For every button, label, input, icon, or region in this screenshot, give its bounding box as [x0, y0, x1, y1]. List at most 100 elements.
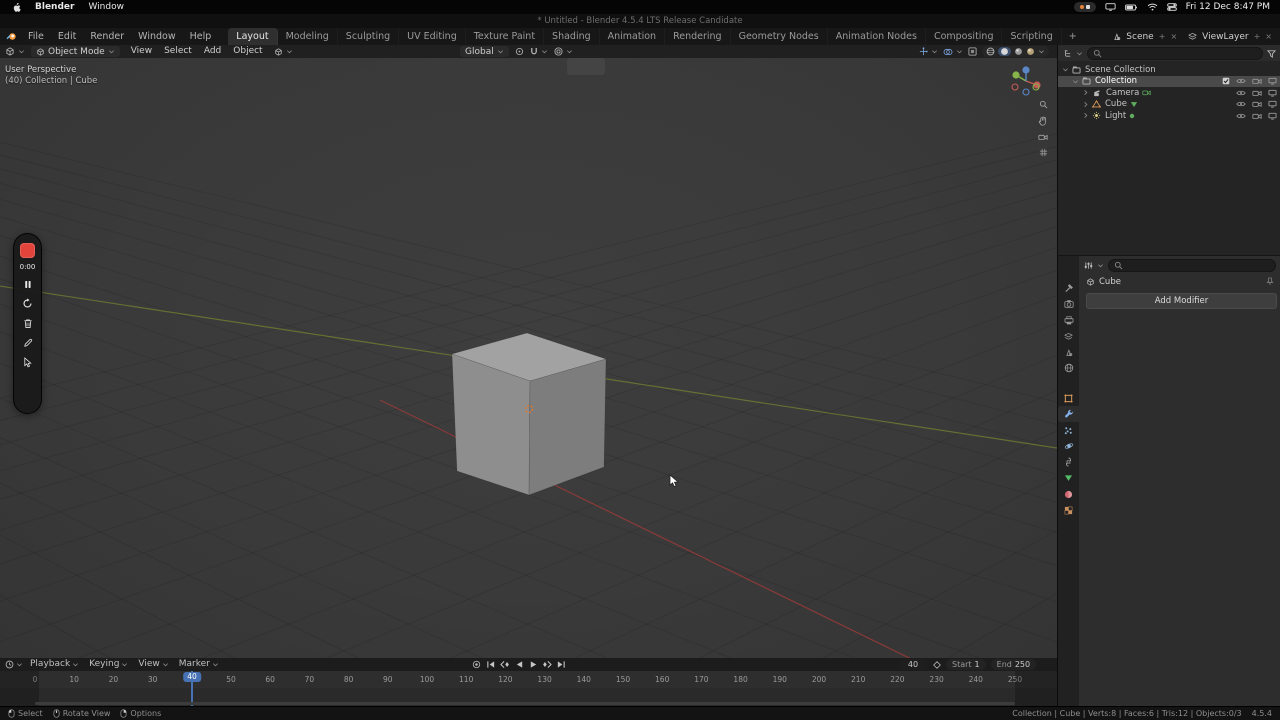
- outliner-row-cube[interactable]: Cube: [1058, 99, 1280, 111]
- workspace-tab-sculpting[interactable]: Sculpting: [338, 28, 399, 45]
- eye-icon[interactable]: [1236, 77, 1246, 85]
- current-frame-field[interactable]: 40: [898, 659, 928, 670]
- properties-tab-constraints[interactable]: [1058, 454, 1079, 470]
- properties-tab-render[interactable]: [1058, 296, 1079, 312]
- viewport-menu-object[interactable]: Object: [228, 45, 267, 58]
- viewport-menu-add[interactable]: Add: [199, 45, 226, 58]
- filter-funnel-icon[interactable]: [1267, 49, 1276, 58]
- play-button[interactable]: [527, 659, 539, 670]
- workspace-tab-rendering[interactable]: Rendering: [665, 28, 731, 45]
- eye-icon[interactable]: [1236, 112, 1246, 120]
- workspace-tab-animation[interactable]: Animation: [600, 28, 665, 45]
- gizmo-z-neg[interactable]: [1022, 88, 1030, 96]
- workspace-tab-texture-paint[interactable]: Texture Paint: [466, 28, 544, 45]
- properties-tab-world[interactable]: [1058, 360, 1079, 376]
- wifi-icon[interactable]: [1147, 3, 1158, 11]
- jump-start-button[interactable]: [485, 659, 497, 670]
- record-stop-button[interactable]: [20, 243, 35, 258]
- gizmo-x-neg[interactable]: [1011, 83, 1019, 91]
- battery-icon[interactable]: [1124, 4, 1138, 11]
- apple-logo-icon[interactable]: [12, 2, 21, 13]
- screen-icon[interactable]: [1268, 112, 1277, 120]
- navigation-gizmo[interactable]: [1007, 62, 1045, 100]
- keying-set-icon[interactable]: [933, 660, 941, 669]
- pause-icon[interactable]: [24, 280, 32, 289]
- properties-search-input[interactable]: [1126, 260, 1270, 270]
- mode-options-button[interactable]: [274, 47, 293, 56]
- screen-icon[interactable]: [1268, 100, 1277, 108]
- timeline-menu-keying[interactable]: Keying: [84, 658, 133, 671]
- properties-tab-view-layer[interactable]: [1058, 328, 1079, 344]
- shading-rendered-button[interactable]: [1026, 47, 1035, 56]
- workspace-tab-layout[interactable]: Layout: [228, 28, 278, 45]
- viewlayer-new-button[interactable]: +: [1254, 32, 1261, 41]
- properties-search[interactable]: [1108, 258, 1276, 272]
- properties-tab-particles[interactable]: [1058, 422, 1079, 438]
- ortho-toggle-icon[interactable]: [1039, 148, 1048, 157]
- checkbox-icon[interactable]: [1222, 77, 1230, 85]
- screen-icon[interactable]: [1268, 89, 1277, 97]
- workspace-tab-geometry-nodes[interactable]: Geometry Nodes: [731, 28, 828, 45]
- workspace-tab-compositing[interactable]: Compositing: [926, 28, 1003, 45]
- play-reverse-button[interactable]: [513, 659, 525, 670]
- viewport-menu-select[interactable]: Select: [159, 45, 197, 58]
- scene-selector[interactable]: Scene: [1126, 32, 1153, 42]
- recording-indicator[interactable]: [1073, 2, 1096, 12]
- menu-file[interactable]: File: [21, 28, 51, 45]
- draw-pencil-icon[interactable]: [23, 338, 33, 348]
- snap-toggle[interactable]: [530, 47, 548, 56]
- scene-new-button[interactable]: +: [1159, 32, 1166, 41]
- outliner-search-input[interactable]: [1105, 48, 1257, 58]
- shading-solid-button[interactable]: [1000, 47, 1009, 56]
- add-modifier-button[interactable]: Add Modifier: [1086, 293, 1277, 309]
- outliner-search[interactable]: [1087, 46, 1263, 60]
- timeline-menu-playback[interactable]: Playback: [25, 658, 84, 671]
- editor-properties-icon[interactable]: [1084, 261, 1093, 270]
- properties-tab-modifiers[interactable]: [1058, 406, 1079, 422]
- next-keyframe-button[interactable]: [541, 659, 553, 670]
- timeline-menu-view[interactable]: View: [133, 658, 173, 671]
- pin-icon[interactable]: [1266, 277, 1274, 286]
- outliner-row-light[interactable]: Light: [1058, 110, 1280, 122]
- menu-edit[interactable]: Edit: [51, 28, 83, 45]
- menu-window[interactable]: Window: [131, 28, 182, 45]
- menubar-window-menu[interactable]: Window: [88, 2, 124, 12]
- properties-tab-scene[interactable]: [1058, 344, 1079, 360]
- outliner-row-scene-collection[interactable]: Scene Collection: [1058, 64, 1280, 76]
- show-gizmos-toggle[interactable]: [919, 47, 938, 56]
- mode-selector[interactable]: Object Mode: [31, 46, 120, 57]
- viewport-3d[interactable]: User Perspective (40) Collection | Cube …: [0, 58, 1057, 658]
- cursor-highlight-icon[interactable]: [23, 357, 32, 368]
- viewlayer-remove-button[interactable]: ×: [1265, 32, 1272, 41]
- properties-tab-object-data[interactable]: [1058, 470, 1079, 486]
- menu-render[interactable]: Render: [83, 28, 131, 45]
- eye-icon[interactable]: [1236, 100, 1246, 108]
- viewport-menu-view[interactable]: View: [126, 45, 157, 58]
- xray-toggle[interactable]: [968, 47, 977, 56]
- workspace-tab-shading[interactable]: Shading: [544, 28, 600, 45]
- transform-orientation-selector[interactable]: Global: [460, 46, 509, 57]
- control-center-icon[interactable]: [1166, 3, 1177, 11]
- properties-tab-output[interactable]: [1058, 312, 1079, 328]
- trash-icon[interactable]: [23, 318, 33, 329]
- pivot-point-button[interactable]: [515, 47, 524, 56]
- add-workspace-button[interactable]: +: [1062, 31, 1084, 42]
- camera-toggle-icon[interactable]: [1252, 89, 1262, 97]
- outliner-row-camera[interactable]: Camera: [1058, 87, 1280, 99]
- display-icon[interactable]: [1104, 3, 1116, 11]
- blender-logo-menu[interactable]: [6, 32, 17, 41]
- properties-tab-object[interactable]: [1058, 390, 1079, 406]
- scene-unlink-button[interactable]: ×: [1170, 32, 1177, 41]
- playhead-frame-label[interactable]: 40: [183, 672, 201, 682]
- gizmo-z-axis[interactable]: [1022, 66, 1030, 74]
- menu-help[interactable]: Help: [183, 28, 219, 45]
- workspace-tab-animation-nodes[interactable]: Animation Nodes: [828, 28, 926, 45]
- show-overlays-toggle[interactable]: [943, 48, 963, 56]
- proportional-editing-toggle[interactable]: [554, 47, 573, 56]
- editor-timeline-icon[interactable]: [5, 660, 14, 669]
- timeline-ruler[interactable]: 0102030405060708090100110120130140150160…: [0, 671, 1057, 689]
- menubar-clock[interactable]: Fri 12 Dec 8:47 PM: [1186, 2, 1270, 12]
- properties-tab-physics[interactable]: [1058, 438, 1079, 454]
- viewlayer-selector[interactable]: ViewLayer: [1202, 32, 1248, 42]
- timeline-menu-marker[interactable]: Marker: [174, 658, 224, 671]
